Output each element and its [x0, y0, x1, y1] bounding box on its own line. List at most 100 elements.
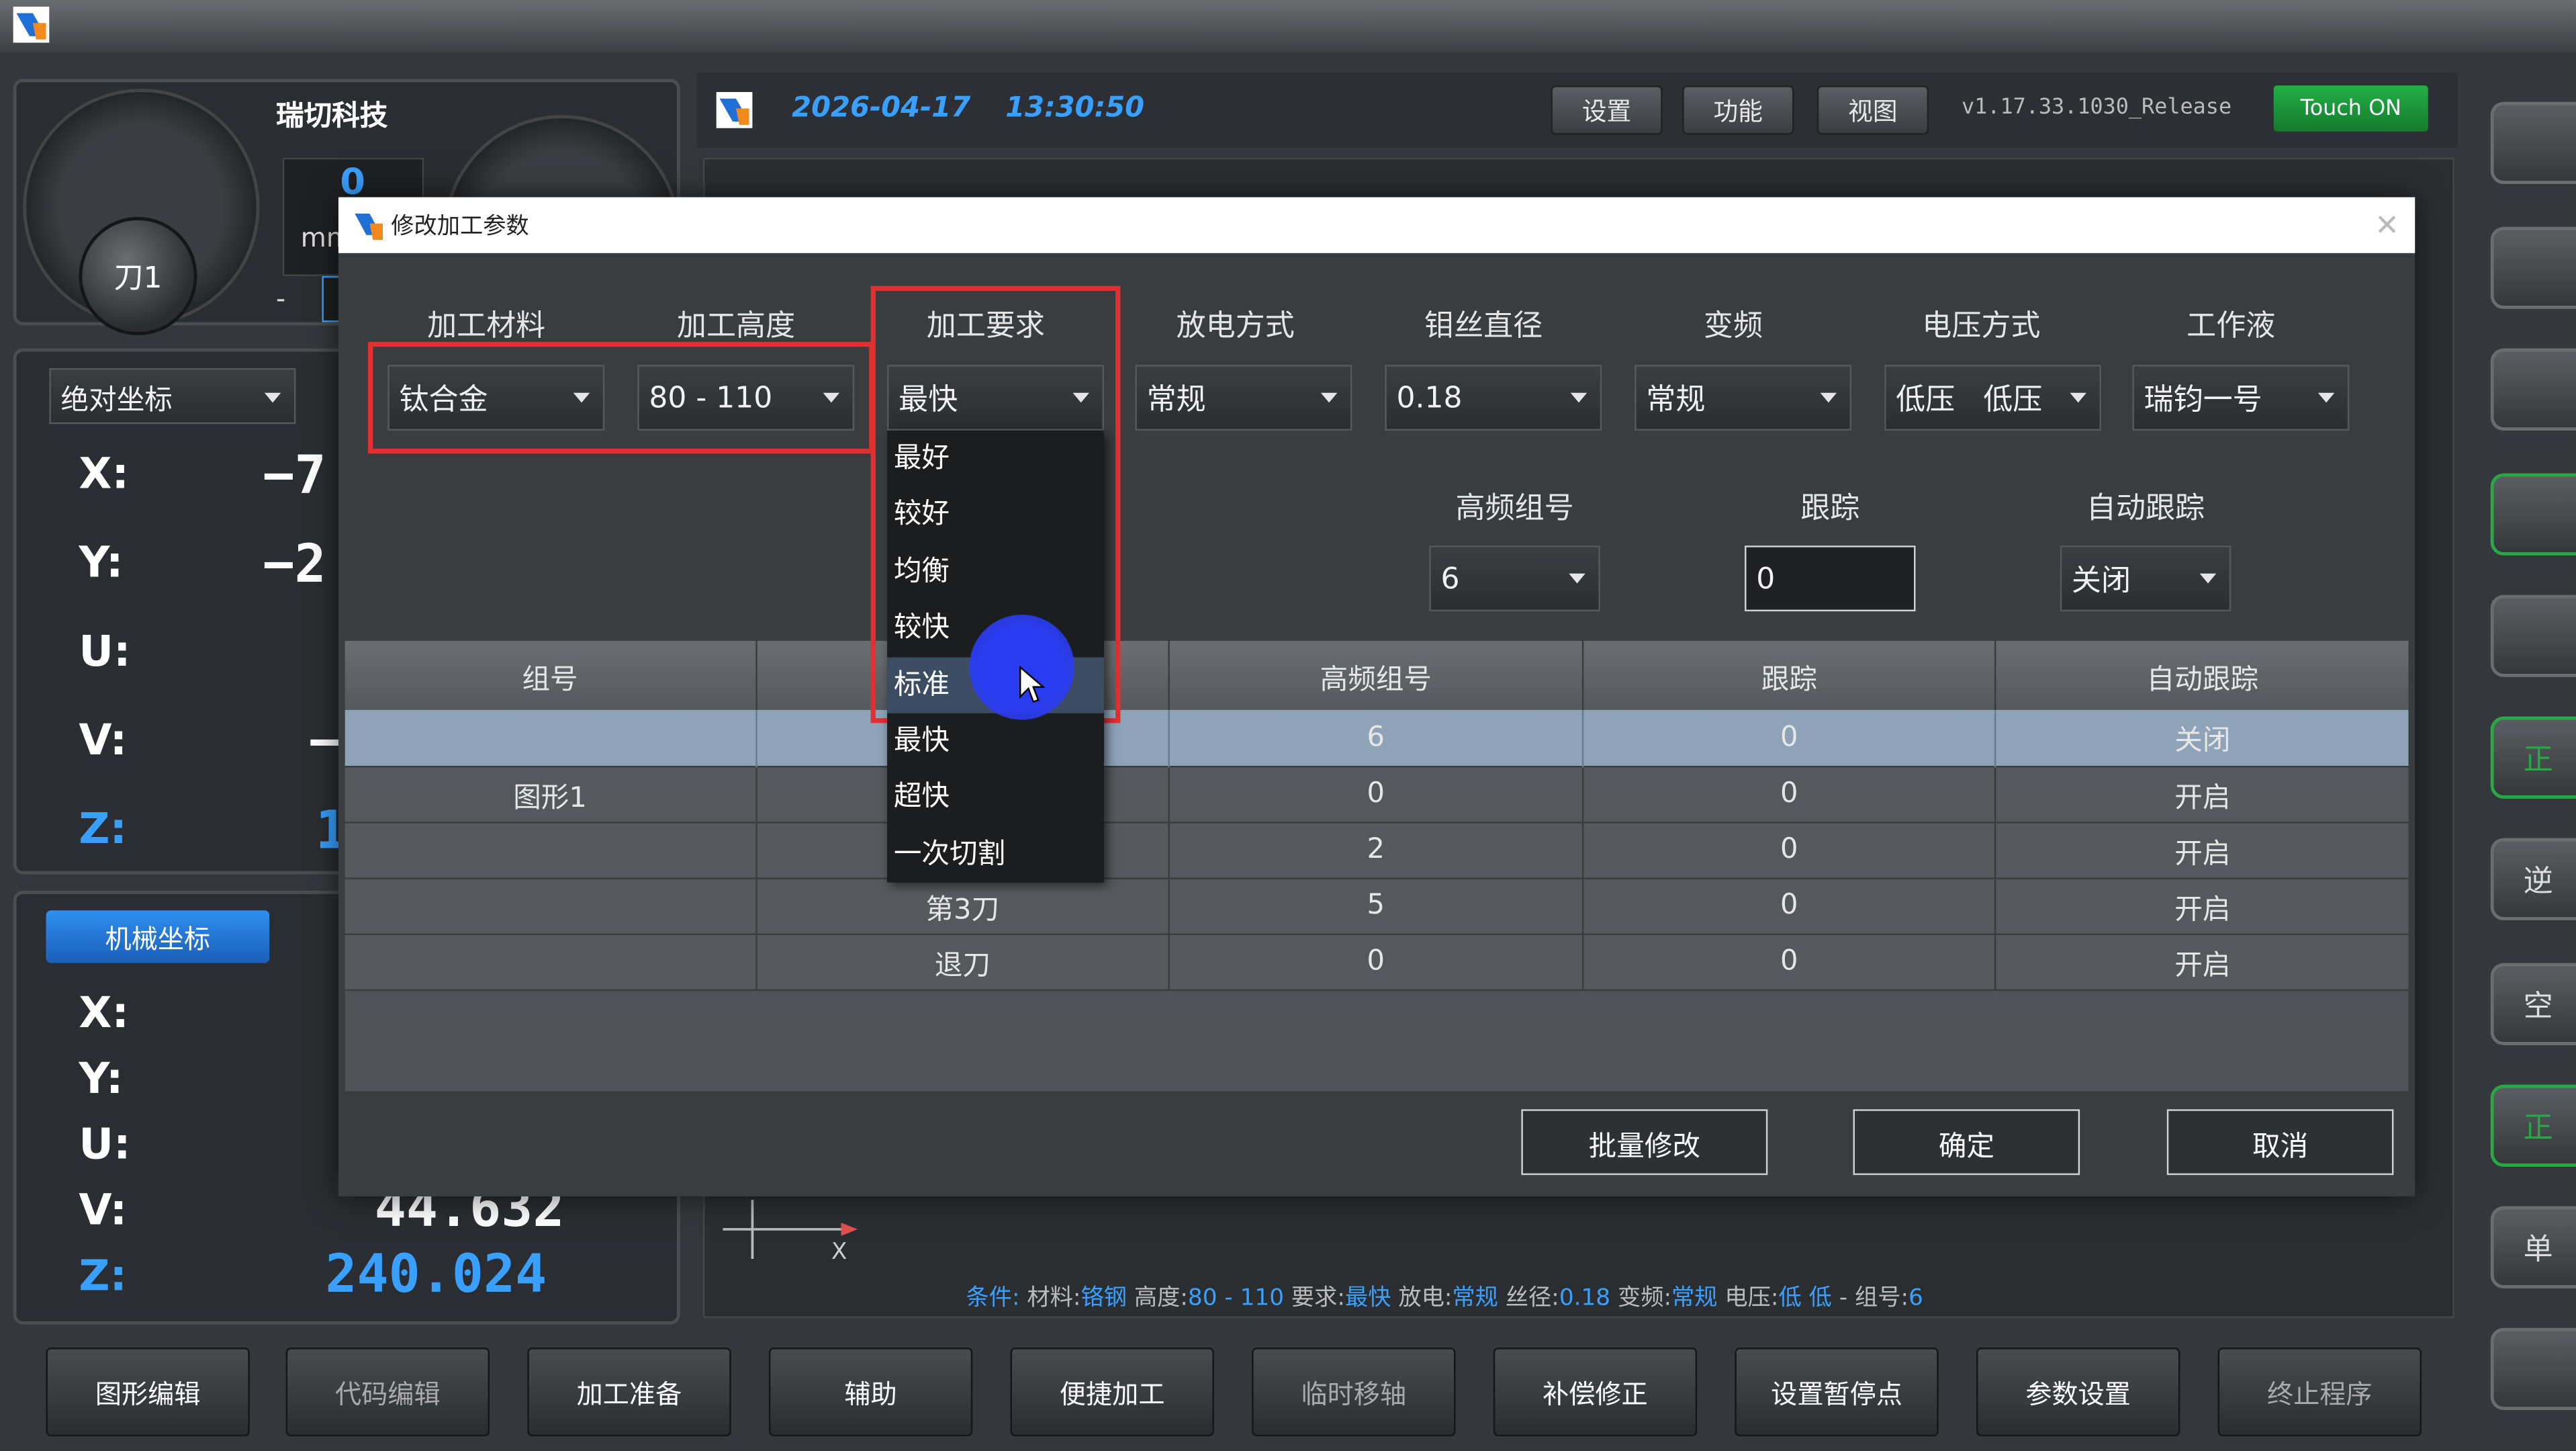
chevron-down-icon [2199, 573, 2217, 584]
frequency-select[interactable]: 常规 [1635, 365, 1852, 431]
side-button-empty-label: 空 [2523, 989, 2553, 1024]
dropdown-option-fastest[interactable]: 最快 [887, 713, 1104, 770]
table-cell: 6 [1169, 709, 1583, 766]
chevron-down-icon [264, 392, 281, 403]
dropdown-option-single-cut[interactable]: 一次切割 [887, 826, 1104, 883]
axis-x-label: X [831, 1239, 847, 1266]
view-button[interactable]: 视图 [1816, 85, 1929, 135]
app-logo-icon [716, 91, 753, 128]
side-button-1[interactable] [2490, 101, 2576, 184]
side-button-empty[interactable]: 空 [2490, 963, 2576, 1045]
coord-type-select[interactable]: 绝对坐标 [49, 367, 296, 425]
hf-group-select[interactable]: 6 [1429, 545, 1600, 612]
side-button-reverse[interactable]: 逆 [2490, 838, 2576, 920]
app-logo-icon [352, 209, 385, 242]
table-cell: 0 [1582, 933, 1997, 990]
side-button-2[interactable] [2490, 226, 2576, 309]
col-track: 跟踪 [1582, 641, 1997, 710]
wire-diameter-select[interactable]: 0.18 [1385, 365, 1602, 431]
auxiliary-button[interactable]: 辅助 [768, 1348, 973, 1437]
abs-v-value: − [308, 709, 341, 773]
status-freq: 常规 [1671, 1285, 1718, 1312]
side-button-11[interactable] [2490, 1327, 2576, 1411]
table-row[interactable]: 6 0 关闭 [344, 709, 2409, 766]
date-label: 2026-04-17 [792, 91, 971, 125]
status-grp: 6 [1908, 1285, 1923, 1312]
header-voltage: 电压方式 [1922, 308, 2041, 344]
tool-knob[interactable]: 刀1 [79, 216, 197, 336]
side-button-single-label: 单 [2523, 1232, 2553, 1268]
voltage-value: 低压 低压 [1896, 383, 2043, 418]
batch-modify-button[interactable]: 批量修改 [1521, 1109, 1768, 1176]
graphic-edit-button[interactable]: 图形编辑 [46, 1348, 250, 1437]
dropdown-option-best[interactable]: 最好 [887, 431, 1104, 487]
header-track: 跟踪 [1800, 491, 1860, 526]
table-row[interactable]: 2 0 开启 [344, 822, 2409, 878]
side-button-single[interactable]: 单 [2490, 1206, 2576, 1288]
top-info-bar: 2026-04-17 13:30:50 设置 功能 视图 v1.17.33.10… [696, 72, 2458, 148]
app-logo-icon [13, 6, 50, 43]
table-cell: 关闭 [2174, 725, 2231, 758]
dropdown-option-balanced[interactable]: 均衡 [887, 543, 1104, 600]
close-icon[interactable]: ✕ [2369, 207, 2405, 243]
discharge-select[interactable]: 常规 [1135, 365, 1352, 431]
mech-u-label: U: [79, 1120, 131, 1170]
ok-button[interactable]: 确定 [1853, 1109, 2080, 1176]
touch-toggle[interactable]: Touch ON [2273, 85, 2428, 132]
chevron-down-icon [2317, 392, 2335, 403]
table-cell: 0 [1169, 933, 1583, 990]
table-row[interactable]: 退刀 0 0 开启 [344, 933, 2409, 990]
function-button[interactable]: 功能 [1682, 85, 1794, 135]
terminate-program-button[interactable]: 终止程序 [2217, 1348, 2422, 1437]
side-button-forward[interactable]: 正 [2490, 716, 2576, 799]
dropdown-option-better[interactable]: 较好 [887, 487, 1104, 543]
auto-track-select[interactable]: 关闭 [2060, 545, 2232, 612]
version-label: v1.17.33.1030_Release [1962, 95, 2232, 120]
window-titlebar [0, 0, 2576, 53]
status-wire-label: 丝径: [1505, 1285, 1559, 1312]
mech-coord-tab[interactable]: 机械坐标 [46, 910, 270, 963]
col-group: 组号 [344, 641, 757, 710]
table-row[interactable]: 第3刀 5 0 开启 [344, 877, 2409, 934]
table-row[interactable]: 图形1 0 0 开启 [344, 766, 2409, 822]
mech-y-label: Y: [79, 1055, 124, 1104]
status-h: 80 - 110 [1187, 1285, 1285, 1312]
temp-move-axis-button[interactable]: 临时移轴 [1252, 1348, 1456, 1437]
table-cell: 5 [1169, 877, 1583, 934]
table-cell: 图形1 [344, 766, 757, 822]
status-v: 低 低 [1778, 1285, 1832, 1312]
status-freq-label: 变频: [1617, 1285, 1672, 1312]
chevron-down-icon [1569, 573, 1585, 584]
set-pause-point-button[interactable]: 设置暂停点 [1735, 1348, 1939, 1437]
table-cell: 0 [1582, 877, 1997, 934]
cancel-button[interactable]: 取消 [2166, 1109, 2394, 1176]
side-button-5[interactable] [2490, 595, 2576, 677]
table-cell: 开启 [2174, 893, 2231, 926]
side-button-3[interactable] [2490, 348, 2576, 431]
abs-v-label: V: [79, 716, 128, 766]
chevron-down-icon [2070, 392, 2086, 403]
table-cell: 0 [1582, 709, 1997, 766]
machining-prep-button[interactable]: 加工准备 [527, 1348, 731, 1437]
dropdown-option-ultrafast[interactable]: 超快 [887, 770, 1104, 826]
parameter-settings-button[interactable]: 参数设置 [1976, 1348, 2180, 1437]
compensation-button[interactable]: 补偿修正 [1493, 1348, 1698, 1437]
header-auto-track: 自动跟踪 [2086, 491, 2205, 526]
side-button-forward-label: 正 [2523, 742, 2553, 778]
track-input[interactable]: 0 [1745, 545, 1916, 612]
settings-button[interactable]: 设置 [1551, 85, 1663, 135]
dialog-title: 修改加工参数 [391, 214, 529, 240]
status-dis-label: 放电: [1398, 1285, 1453, 1312]
highlight-material-height [367, 341, 874, 454]
discharge-value: 常规 [1146, 383, 1206, 418]
abs-x-value: −7 [263, 443, 326, 507]
abs-u-label: U: [79, 627, 131, 677]
quick-machining-button[interactable]: 便捷加工 [1010, 1348, 1214, 1437]
side-button-4[interactable] [2490, 473, 2576, 556]
fluid-select[interactable]: 瑞钧一号 [2132, 365, 2350, 431]
table-cell: 2 [1169, 822, 1583, 878]
code-edit-button[interactable]: 代码编辑 [285, 1348, 490, 1437]
voltage-select[interactable]: 低压 低压 [1884, 365, 2101, 431]
side-button-positive[interactable]: 正 [2490, 1084, 2576, 1167]
chevron-down-icon [1320, 392, 1338, 403]
